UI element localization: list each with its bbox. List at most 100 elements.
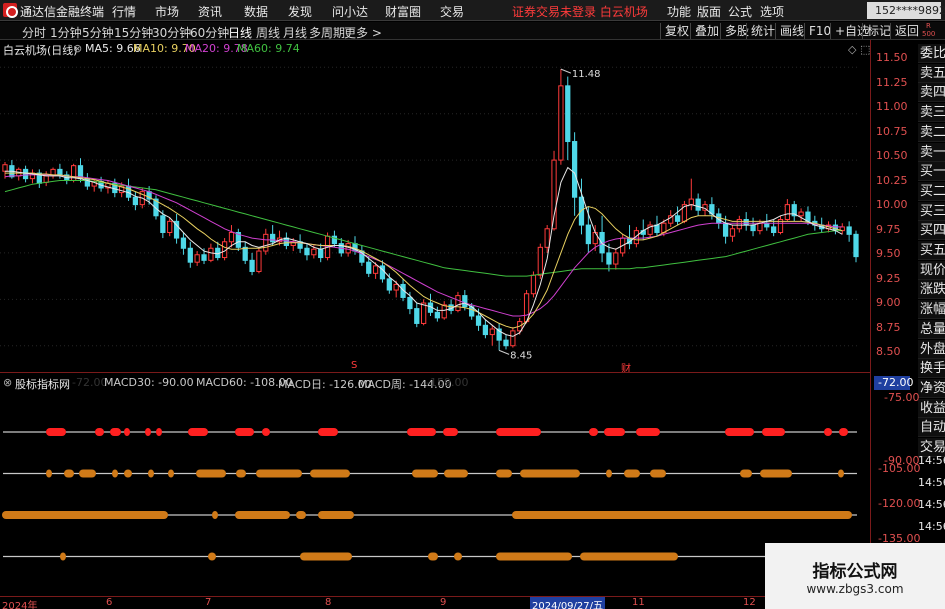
side-panel-item[interactable]: 涨跌 [918, 280, 945, 300]
period-more[interactable]: 更多 > [344, 24, 382, 41]
candle-body [366, 261, 372, 274]
indicator-signal [762, 428, 785, 436]
period-1min[interactable]: 1分钟 [50, 24, 82, 41]
menu-discover[interactable]: 发现 [288, 3, 312, 20]
side-panel-item[interactable]: 买三 [918, 201, 945, 221]
candle-body [482, 324, 489, 336]
period-weekly[interactable]: 周线 [256, 24, 280, 41]
period-5min[interactable]: 5分钟 [82, 24, 114, 41]
indicator-signal [824, 428, 832, 436]
user-account[interactable]: 152****9892 [867, 2, 945, 19]
candle-body [654, 224, 660, 233]
side-panel-item[interactable]: 卖二 [918, 122, 945, 142]
candle-body [585, 224, 591, 245]
indicator-signal [839, 428, 848, 436]
menu-wealth[interactable]: 财富圈 [385, 3, 421, 20]
side-panel-item[interactable]: 买二 [918, 181, 945, 201]
candle-body [393, 283, 399, 291]
side-panel-item[interactable]: 卖四 [918, 83, 945, 103]
indicator-signal [604, 428, 625, 436]
indicator-signal [318, 511, 354, 519]
candle-body [208, 247, 214, 261]
indicator-signal [496, 469, 512, 478]
side-panel-item[interactable]: 买一 [918, 162, 945, 182]
r-tag: R [926, 22, 931, 30]
indicator-signal [725, 428, 754, 436]
candle-body [345, 243, 351, 254]
period-60min[interactable]: 60分钟 [190, 24, 229, 41]
candle-body [798, 211, 804, 217]
date-label: 12 [743, 597, 756, 608]
trade-login-notice[interactable]: 证券交易未登录 白云机场 [512, 3, 648, 20]
side-panel-item[interactable]: 外盘 [918, 339, 945, 359]
candle-body [846, 226, 852, 235]
sell-marker: S [351, 360, 358, 371]
candle-body [414, 308, 420, 324]
menu-function[interactable]: 功能 [667, 3, 691, 20]
side-panel-item[interactable]: 自动 [918, 418, 945, 438]
tick-time: 14:56 [918, 476, 945, 489]
menu-options[interactable]: 选项 [760, 3, 784, 20]
candle-body [736, 218, 742, 230]
watermark: 指标公式网 www.zbgs3.com [765, 543, 945, 609]
menu-market[interactable]: 市场 [155, 3, 179, 20]
candlestick-chart[interactable]: 11.48 8.45 [0, 40, 860, 370]
period-15min[interactable]: 15分钟 [114, 24, 153, 41]
indicator-signal [188, 428, 208, 436]
side-panel-item[interactable]: 净资 [918, 378, 945, 398]
period-30min[interactable]: 30分钟 [152, 24, 191, 41]
side-panel-item[interactable]: 卖五 [918, 63, 945, 83]
draw-line-button[interactable]: 画线 [775, 23, 804, 39]
period-daily[interactable]: 日线 [228, 24, 252, 41]
candle-body [544, 228, 550, 248]
side-panel-item[interactable]: 总量 [918, 319, 945, 339]
side-panel-item[interactable]: 买五 [918, 241, 945, 260]
candle-body [853, 233, 859, 258]
indicator-signal [60, 552, 66, 561]
price-tick: 10.25 [876, 173, 908, 187]
menu-quotes[interactable]: 行情 [112, 3, 136, 20]
side-panel-item[interactable]: 现价 [918, 260, 945, 280]
back-button[interactable]: 返回 [890, 23, 919, 39]
period-multi[interactable]: 多周期 [309, 24, 345, 41]
side-panel-item[interactable]: 委比 [918, 44, 945, 63]
candle-body [167, 220, 173, 233]
indicator-signal [496, 428, 541, 436]
indicator-signal [838, 469, 844, 478]
candle-body [743, 218, 749, 226]
menu-news[interactable]: 资讯 [198, 3, 222, 20]
candle-body [201, 254, 207, 261]
period-monthly[interactable]: 月线 [283, 24, 307, 41]
indicator-chart[interactable] [0, 372, 860, 596]
menu-trade[interactable]: 交易 [440, 3, 464, 20]
side-panel-item[interactable]: 涨幅 [918, 300, 945, 320]
price-tick: 10.50 [876, 149, 908, 162]
cursor-date-label: 2024/09/27/五 [530, 597, 606, 609]
candle-body [455, 295, 461, 311]
indicator-signal [168, 469, 174, 478]
side-panel-item[interactable]: 收益 [918, 398, 945, 418]
side-panel-item[interactable]: 换手 [918, 359, 945, 379]
indicator-signal [443, 428, 458, 436]
menu-layout[interactable]: 版面 [697, 3, 721, 20]
side-panel-item[interactable]: 卖一 [918, 142, 945, 162]
adjust-button[interactable]: 复权 [660, 23, 689, 39]
stats-button[interactable]: 统计 [746, 23, 775, 39]
indicator-signal [208, 552, 216, 561]
menu-data[interactable]: 数据 [244, 3, 268, 20]
period-intraday[interactable]: 分时 [22, 24, 46, 41]
menu-ask[interactable]: 问小达 [332, 3, 368, 20]
high-label: 11.48 [572, 69, 601, 80]
multi-stock-button[interactable]: 多股 [720, 23, 749, 39]
indicator-signal [2, 511, 168, 519]
menu-formula[interactable]: 公式 [728, 3, 752, 20]
candle-body [57, 168, 63, 176]
overlay-button[interactable]: 叠加 [690, 23, 719, 39]
indicator-signal [300, 552, 352, 561]
f10-button[interactable]: F10 [804, 23, 831, 39]
side-panel-item[interactable]: 卖三 [918, 103, 945, 123]
price-tick: 11.25 [876, 75, 908, 89]
mark-button[interactable]: 标记 [862, 23, 891, 39]
candle-body [263, 233, 269, 252]
side-panel-item[interactable]: 买四 [918, 221, 945, 241]
